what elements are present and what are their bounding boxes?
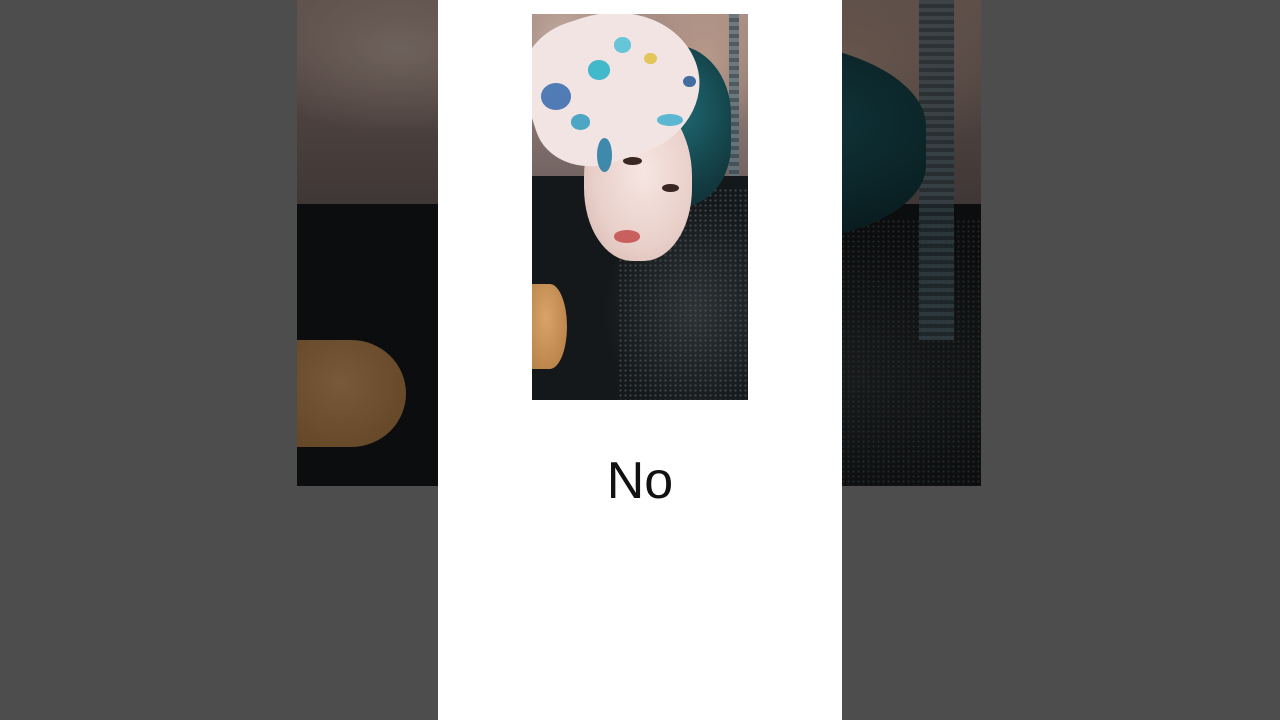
portrait-photo[interactable] (532, 14, 748, 400)
short-video-frame[interactable]: No (0, 0, 1280, 720)
video-caption: No (606, 452, 674, 510)
video-panel: No (438, 0, 842, 720)
